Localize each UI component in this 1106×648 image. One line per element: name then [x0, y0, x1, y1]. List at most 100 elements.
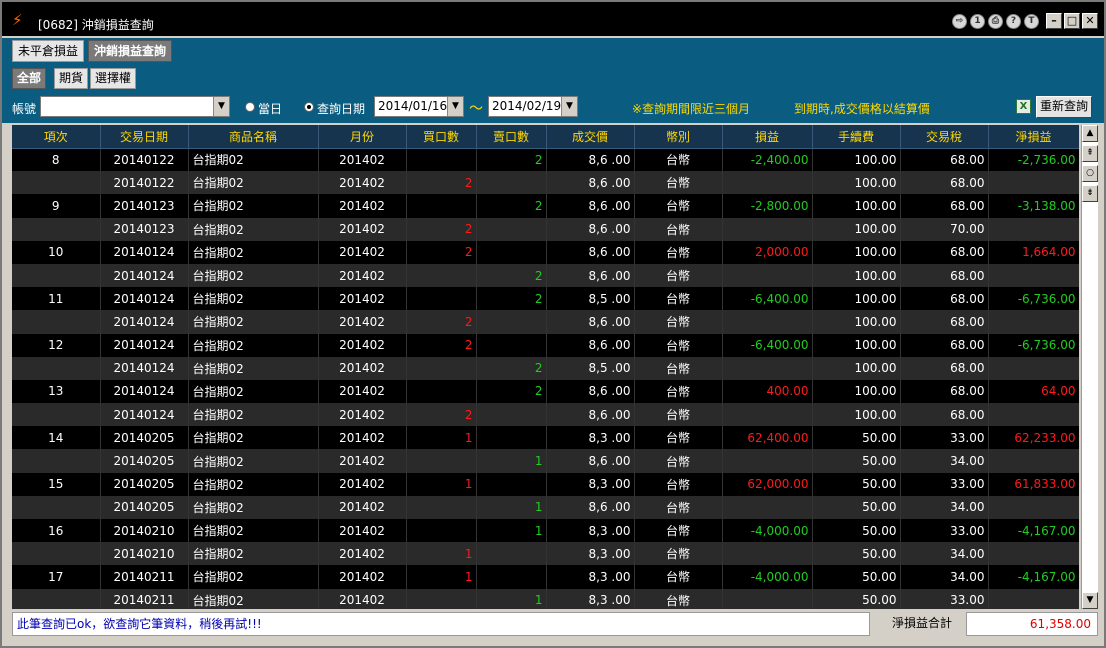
cell-sell-qty: 1: [476, 449, 547, 473]
query-range-note: ※查詢期間限近三個月: [632, 102, 751, 116]
cell-currency: 台幣: [634, 287, 723, 311]
cell-currency: 台幣: [634, 333, 723, 357]
cell-currency: 台幣: [634, 263, 723, 288]
table-row[interactable]: 20140205 台指期02 201402 1 8,6 .00 台幣 50.00 34.00: [12, 495, 1079, 519]
radio-today-label: 當日: [258, 102, 283, 116]
radio-today[interactable]: [245, 102, 255, 112]
table-row[interactable]: 15 20140205 台指期02 201402 1 8,3 .00 台幣 62,000.00…: [12, 472, 1079, 496]
table-row[interactable]: 13 20140124 台指期02 201402 2 8,6 .00 台幣 400.00 100…: [12, 379, 1079, 404]
pin-icon[interactable]: ⇨: [952, 14, 967, 29]
excel-icon[interactable]: X: [1016, 99, 1031, 114]
scroll-center-icon[interactable]: ○: [1082, 165, 1098, 182]
close-icon[interactable]: ✕: [1082, 13, 1098, 29]
settlement-note: 到期時,成交價格以結算價: [794, 102, 930, 116]
cell-no: [12, 495, 101, 519]
cell-buy-qty: 2: [406, 333, 477, 357]
cell-buy-qty: [406, 519, 477, 543]
col-header-pl[interactable]: 損益: [722, 125, 813, 149]
col-header-buy-qty[interactable]: 買口數: [406, 125, 477, 149]
table-row[interactable]: 16 20140210 台指期02 201402 1 8,3 .00 台幣 -4,000.00…: [12, 519, 1079, 543]
table-row[interactable]: 20140124 台指期02 201402 2 8,6 .00 台幣 100.00 68.00: [12, 403, 1079, 427]
info-icon[interactable]: 1: [970, 14, 985, 29]
table-row[interactable]: 11 20140124 台指期02 201402 2 8,5 .00 台幣 -6,400.00…: [12, 287, 1079, 311]
scroll-up-icon[interactable]: ▲: [1082, 125, 1098, 142]
cell-no: 14: [12, 426, 101, 450]
cell-currency: 台幣: [634, 171, 723, 195]
table-row[interactable]: 20140122 台指期02 201402 2 8,6 .00 台幣 100.00 68.00: [12, 171, 1079, 195]
col-header-fee[interactable]: 手續費: [812, 125, 901, 149]
cell-pl: [722, 171, 813, 195]
cell-fee: 100.00: [812, 403, 901, 427]
cell-fee: 100.00: [812, 217, 901, 241]
tab-futures[interactable]: 期貨: [54, 68, 89, 89]
table-row[interactable]: 20140205 台指期02 201402 1 8,6 .00 台幣 50.00 34.00: [12, 449, 1079, 473]
col-header-tax[interactable]: 交易稅: [900, 125, 989, 149]
table-header-row: 項次 交易日期 商品名稱 月份 買口數 賣口數 成交價 幣別 損益 手續費 交易…: [12, 125, 1079, 149]
cell-tax: 68.00: [900, 194, 989, 218]
table-row[interactable]: 8 20140122 台指期02 201402 2 8,6 .00 台幣 -2,400.00 1…: [12, 148, 1079, 172]
cell-date: 20140124: [100, 240, 189, 264]
date-to-value: 2014/02/19: [492, 99, 562, 113]
cell-net: [988, 449, 1079, 473]
page-down-icon[interactable]: ⇟: [1082, 185, 1098, 202]
table-row[interactable]: 12 20140124 台指期02 201402 2 8,6 .00 台幣 -6,400.00…: [12, 333, 1079, 357]
cell-net: 64.00: [988, 379, 1079, 404]
help-icon[interactable]: ?: [1006, 14, 1021, 29]
table-row[interactable]: 9 20140123 台指期02 201402 2 8,6 .00 台幣 -2,800.00 1…: [12, 194, 1079, 218]
account-select[interactable]: ▼: [40, 96, 230, 117]
col-header-product[interactable]: 商品名稱: [188, 125, 319, 149]
vertical-scrollbar[interactable]: ▲ ⇞ ○ ⇟ ▼: [1081, 125, 1098, 609]
table-row[interactable]: 17 20140211 台指期02 201402 1 8,3 .00 台幣 -4,000.00…: [12, 565, 1079, 589]
t-icon[interactable]: T: [1024, 14, 1039, 29]
cell-sell-qty: 2: [476, 263, 547, 288]
cell-tax: 68.00: [900, 148, 989, 172]
maximize-icon[interactable]: □: [1064, 13, 1080, 29]
requery-button[interactable]: 重新查詢: [1036, 96, 1092, 118]
print-icon[interactable]: ⎙: [988, 14, 1003, 29]
cell-sell-qty: 2: [476, 194, 547, 218]
cell-buy-qty: [406, 449, 477, 473]
chevron-down-icon[interactable]: ▼: [561, 97, 577, 116]
cell-no: [12, 588, 101, 609]
title-bar[interactable]: ⚡ [0682] 沖銷損益查詢 ⇨ 1 ⎙ ? T – □ ✕: [2, 2, 1104, 36]
cell-buy-qty: 1: [406, 542, 477, 566]
tab-open-position-pl[interactable]: 未平倉損益: [12, 40, 85, 62]
minimize-icon[interactable]: –: [1046, 13, 1062, 29]
cell-tax: 33.00: [900, 426, 989, 450]
scroll-down-icon[interactable]: ▼: [1082, 592, 1098, 609]
table-row[interactable]: 10 20140124 台指期02 201402 2 8,6 .00 台幣 2,000.00 1…: [12, 240, 1079, 264]
date-to-select[interactable]: 2014/02/19 ▼: [488, 96, 578, 117]
cell-fee: 50.00: [812, 472, 901, 496]
chevron-down-icon[interactable]: ▼: [447, 97, 463, 116]
results-grid[interactable]: 項次 交易日期 商品名稱 月份 買口數 賣口數 成交價 幣別 損益 手續費 交易…: [12, 125, 1079, 609]
table-row[interactable]: 20140123 台指期02 201402 2 8,6 .00 台幣 100.00 70.00: [12, 217, 1079, 241]
col-header-date[interactable]: 交易日期: [100, 125, 189, 149]
tab-all[interactable]: 全部: [12, 68, 47, 89]
table-row[interactable]: 20140124 台指期02 201402 2 8,6 .00 台幣 100.00 68.00: [12, 310, 1079, 334]
col-header-net[interactable]: 淨損益: [988, 125, 1079, 149]
table-row[interactable]: 20140211 台指期02 201402 1 8,3 .00 台幣 50.00 33.00: [12, 588, 1079, 609]
cell-buy-qty: 2: [406, 403, 477, 427]
cell-price: 8,5 .00: [546, 287, 635, 311]
table-row[interactable]: 20140210 台指期02 201402 1 8,3 .00 台幣 50.00 34.00: [12, 542, 1079, 566]
table-row[interactable]: 20140124 台指期02 201402 2 8,6 .00 台幣 100.00 68.00: [12, 263, 1079, 288]
chevron-down-icon[interactable]: ▼: [213, 97, 229, 116]
table-row[interactable]: 14 20140205 台指期02 201402 1 8,3 .00 台幣 62,400.00…: [12, 426, 1079, 450]
cell-tax: 68.00: [900, 240, 989, 264]
col-header-currency[interactable]: 幣別: [634, 125, 723, 149]
cell-month: 201402: [318, 403, 407, 427]
col-header-sell-qty[interactable]: 賣口數: [476, 125, 547, 149]
table-row[interactable]: 20140124 台指期02 201402 2 8,5 .00 台幣 100.00 68.00: [12, 356, 1079, 380]
cell-currency: 台幣: [634, 426, 723, 450]
cell-currency: 台幣: [634, 379, 723, 404]
col-header-price[interactable]: 成交價: [546, 125, 635, 149]
tab-offset-pl-query[interactable]: 沖銷損益查詢: [88, 40, 173, 62]
col-header-month[interactable]: 月份: [318, 125, 407, 149]
page-up-icon[interactable]: ⇞: [1082, 145, 1098, 162]
col-header-no[interactable]: 項次: [12, 125, 101, 149]
cell-product: 台指期02: [188, 194, 319, 218]
date-from-select[interactable]: 2014/01/16 ▼: [374, 96, 464, 117]
tab-options[interactable]: 選擇權: [90, 68, 137, 89]
radio-query-date[interactable]: [304, 102, 314, 112]
cell-buy-qty: [406, 287, 477, 311]
